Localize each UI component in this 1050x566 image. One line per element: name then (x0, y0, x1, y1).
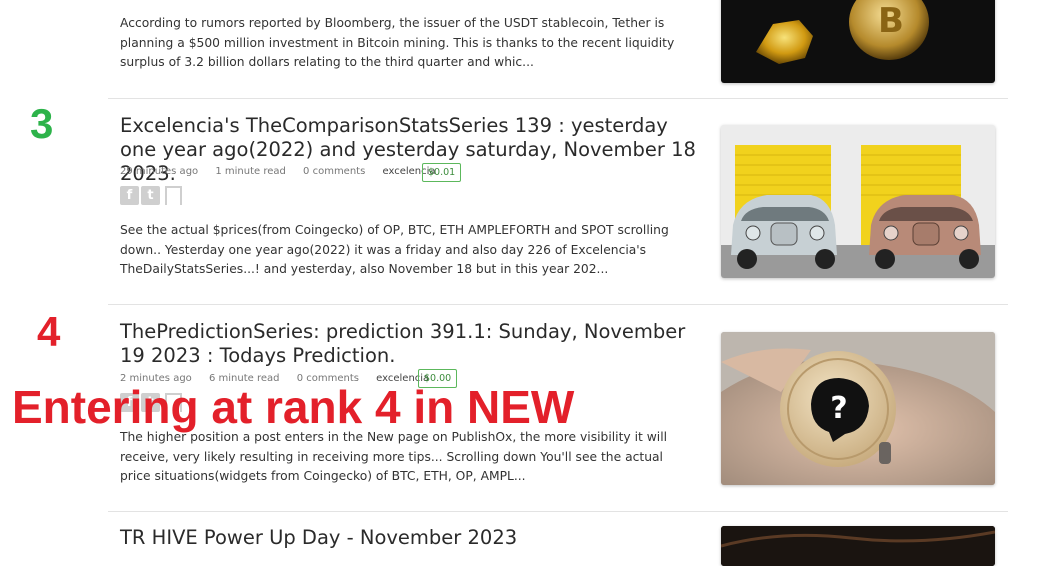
post-thumbnail-gold-bitcoin[interactable]: B (721, 0, 995, 83)
overlay-annotation: Entering at rank 4 in NEW (12, 381, 575, 433)
post-title[interactable]: ThePredictionSeries: prediction 391.1: S… (120, 320, 700, 368)
post-meta: 29 minutes ago 1 minute read 0 comments … (120, 166, 450, 177)
tip-badge: $0.01 (422, 163, 462, 182)
post-thumbnail-question-token[interactable]: ? (721, 332, 995, 485)
rank-number-4: 4 (37, 308, 61, 355)
post-excerpt: According to rumors reported by Bloomber… (120, 16, 675, 69)
post-comments-link[interactable]: 0 comments (303, 166, 365, 177)
post-card: TR HIVE Power Up Day - November 2023 (108, 511, 1008, 566)
post-read-time: 1 minute read (215, 166, 286, 177)
svg-text:B: B (878, 1, 904, 41)
post-title[interactable]: TR HIVE Power Up Day - November 2023 (120, 526, 720, 550)
post-excerpt: See the actual $prices(from Coingecko) o… (120, 223, 669, 276)
svg-text:?: ? (830, 391, 847, 426)
rank-number-3: 3 (30, 100, 54, 147)
twitter-icon[interactable]: t (141, 186, 160, 205)
bookmark-icon[interactable] (165, 186, 182, 207)
share-row: ft (120, 186, 182, 208)
post-card: Excelencia's TheComparisonStatsSeries 13… (108, 98, 1008, 305)
post-thumbnail-hive[interactable] (721, 526, 995, 566)
post-excerpt: The higher position a post enters in the… (120, 430, 668, 483)
post-time: 29 minutes ago (120, 166, 199, 177)
post-thumbnail-vintage-cars[interactable] (721, 125, 995, 278)
facebook-icon[interactable]: f (120, 186, 139, 205)
